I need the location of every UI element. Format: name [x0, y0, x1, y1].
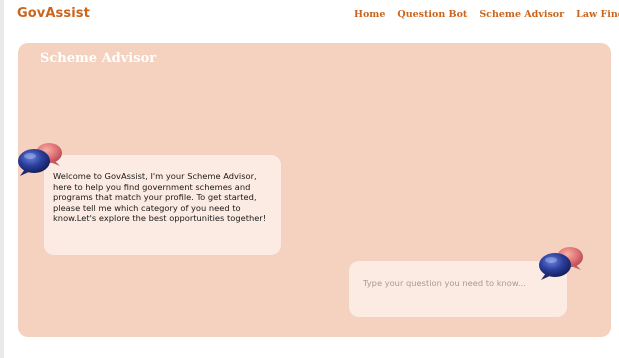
nav-question-bot[interactable]: Question Bot	[397, 9, 467, 20]
nav-law-finder[interactable]: Law Finde	[576, 9, 619, 20]
question-input[interactable]	[363, 278, 553, 288]
chat-bubbles-icon	[539, 247, 583, 280]
bot-message: Welcome to GovAssist, I'm your Scheme Ad…	[44, 155, 281, 255]
top-nav: Home Question Bot Scheme Advisor Law Fin…	[354, 9, 619, 20]
bot-message-text: Welcome to GovAssist, I'm your Scheme Ad…	[53, 171, 267, 223]
brand-logo[interactable]: GovAssist	[17, 6, 90, 21]
panel-title: Scheme Advisor	[40, 51, 157, 66]
scheme-advisor-panel: Scheme Advisor Welcome to GovAssist, I'm…	[18, 43, 611, 337]
nav-scheme-advisor[interactable]: Scheme Advisor	[479, 9, 564, 20]
chat-bubbles-icon	[18, 143, 62, 176]
question-input-box[interactable]	[349, 261, 567, 317]
nav-home[interactable]: Home	[354, 9, 385, 20]
